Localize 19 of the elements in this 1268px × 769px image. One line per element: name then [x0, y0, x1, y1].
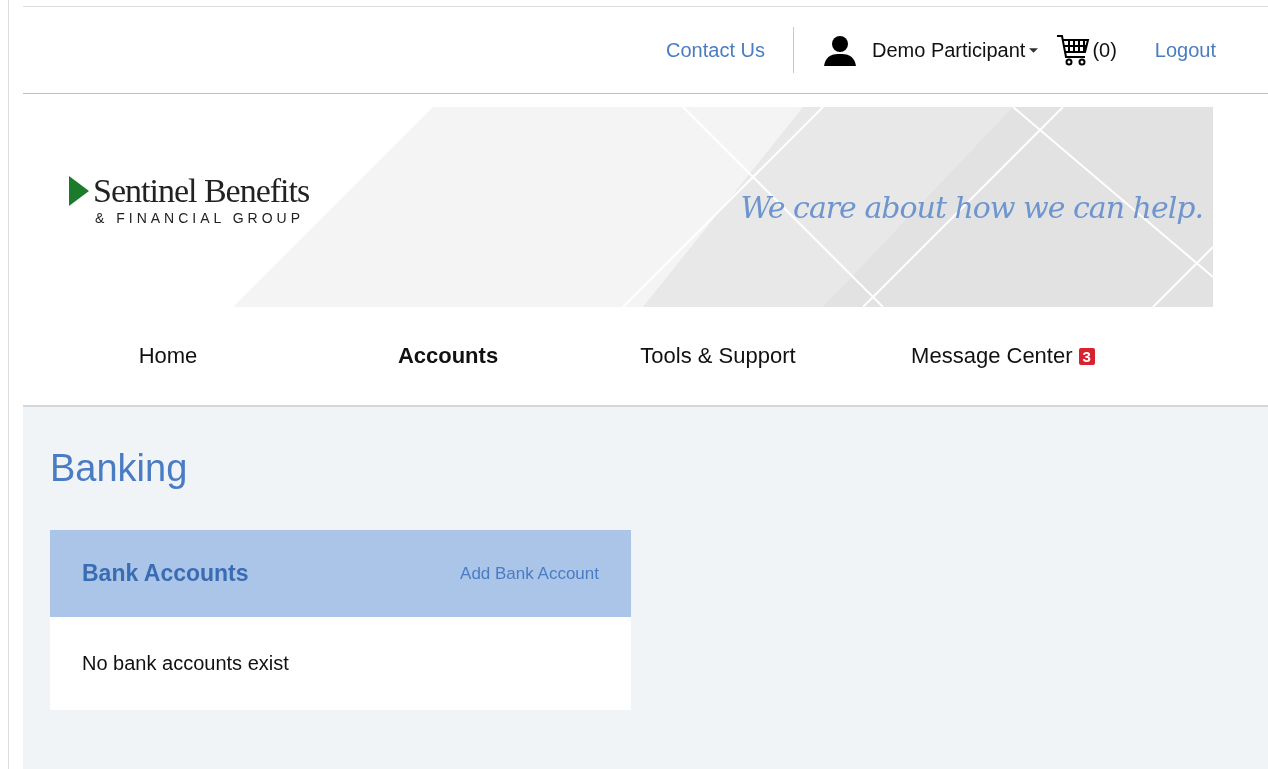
user-menu[interactable]: Demo Participant	[871, 38, 1039, 62]
nav-tab[interactable]: Home	[138, 343, 198, 369]
user-icon	[821, 34, 858, 66]
nav-tab[interactable]: Message Center	[911, 343, 1073, 369]
logout-link[interactable]: Logout	[1154, 38, 1216, 62]
panel-title: Bank Accounts	[82, 560, 249, 587]
logo-name: Sentinel Benefits	[93, 172, 310, 210]
empty-message: No bank accounts exist	[82, 652, 289, 675]
contact-link[interactable]: Contact Us	[666, 38, 765, 62]
logo-subtitle: & FINANCIAL GROUP	[95, 210, 305, 226]
triangle-icon	[69, 176, 89, 206]
page-title: Banking	[50, 447, 189, 490]
caret-icon	[1029, 47, 1039, 53]
count-badge: 3	[1078, 347, 1095, 365]
cart-count: (0)	[1092, 38, 1117, 62]
nav-tab[interactable]: Accounts	[397, 343, 499, 369]
cart-icon[interactable]	[1056, 33, 1091, 67]
tagline: We care about how we can help.	[740, 189, 1203, 225]
nav-tab[interactable]: Tools & Support	[640, 343, 796, 369]
